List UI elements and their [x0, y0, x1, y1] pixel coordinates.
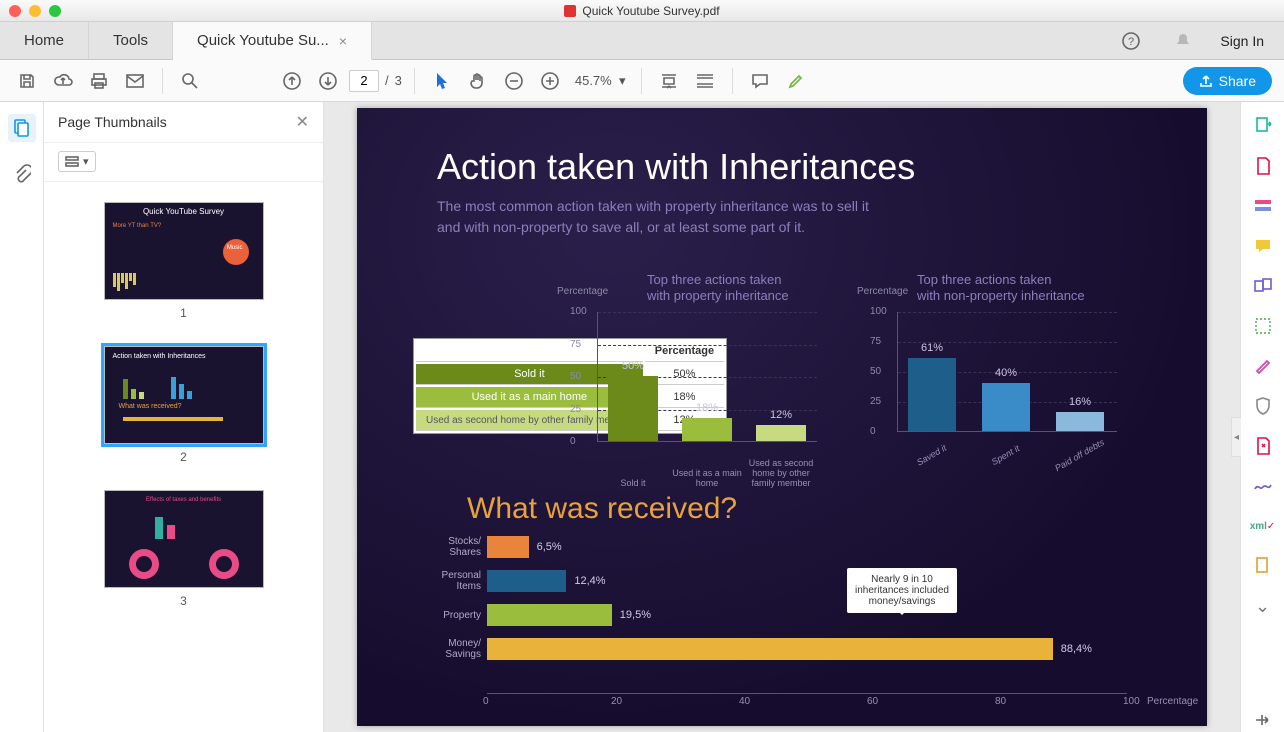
tab-document[interactable]: Quick Youtube Su... ×: [173, 22, 372, 60]
comment-icon[interactable]: [745, 66, 775, 96]
close-window-button[interactable]: [9, 5, 21, 17]
main-toolbar: / 3 45.7% ▾ Share: [0, 60, 1284, 102]
sign-in-link[interactable]: Sign In: [1220, 33, 1264, 49]
nonproperty-chart: Percentage Top three actions taken with …: [867, 300, 1117, 480]
thumbnail-page-2[interactable]: Action taken with Inheritances What was …: [104, 346, 264, 464]
zoom-level[interactable]: 45.7% ▾: [571, 73, 630, 89]
thumbnails-rail-icon[interactable]: [8, 114, 36, 142]
fill-sign-icon[interactable]: [1251, 474, 1275, 498]
fit-width-icon[interactable]: [654, 66, 684, 96]
pdf-viewer[interactable]: Action taken with Inheritances The most …: [324, 102, 1240, 732]
left-rail: [0, 102, 44, 732]
tab-home[interactable]: Home: [0, 22, 89, 59]
help-icon[interactable]: ?: [1116, 26, 1146, 56]
save-icon[interactable]: [12, 66, 42, 96]
zoom-out-icon[interactable]: [499, 66, 529, 96]
cloud-upload-icon[interactable]: [48, 66, 78, 96]
section2-heading: What was received?: [467, 492, 737, 526]
window-controls: [9, 5, 61, 17]
thumbnails-panel: Page Thumbnails ✕ ▾ Quick YouTube Survey…: [44, 102, 324, 732]
tab-tools[interactable]: Tools: [89, 22, 173, 59]
page-heading: Action taken with Inheritances: [437, 146, 915, 188]
property-chart: Percentage Top three actions taken with …: [567, 300, 817, 490]
pointer-tool-icon[interactable]: [427, 66, 457, 96]
edit-pdf-icon[interactable]: [1251, 194, 1275, 218]
next-page-icon[interactable]: [313, 66, 343, 96]
close-panel-icon[interactable]: ✕: [296, 112, 309, 132]
xml-icon[interactable]: xml✓: [1251, 514, 1275, 538]
highlight-icon[interactable]: [781, 66, 811, 96]
hand-tool-icon[interactable]: [463, 66, 493, 96]
minimize-window-button[interactable]: [29, 5, 41, 17]
window-title-text: Quick Youtube Survey.pdf: [582, 4, 719, 18]
page-subtitle: The most common action taken with proper…: [437, 196, 869, 238]
email-icon[interactable]: [120, 66, 150, 96]
export-pdf-icon[interactable]: [1251, 114, 1275, 138]
pdf-file-icon: [564, 5, 576, 17]
chart-callout: Nearly 9 in 10 inheritances included mon…: [847, 568, 957, 613]
page-total: 3: [395, 73, 402, 88]
pdf-page: Action taken with Inheritances The most …: [357, 108, 1207, 726]
page-number-input[interactable]: [349, 70, 379, 92]
prev-page-icon[interactable]: [277, 66, 307, 96]
redact-icon[interactable]: [1251, 354, 1275, 378]
print-icon[interactable]: [84, 66, 114, 96]
comment-tool-icon[interactable]: [1251, 234, 1275, 258]
svg-text:?: ?: [1128, 36, 1134, 48]
collapse-right-rail-icon[interactable]: ◂: [1231, 417, 1241, 457]
thumbnail-page-3[interactable]: Effects of taxes and benefits 3: [104, 490, 264, 608]
notifications-icon[interactable]: [1168, 26, 1198, 56]
thumbnail-options-icon[interactable]: ▾: [58, 151, 96, 172]
tab-strip: Home Tools Quick Youtube Su... × ? Sign …: [0, 22, 1284, 60]
close-tab-icon[interactable]: ×: [339, 33, 347, 49]
expand-rail-icon[interactable]: [1251, 708, 1275, 732]
combine-files-icon[interactable]: [1251, 274, 1275, 298]
attachments-rail-icon[interactable]: [8, 160, 36, 188]
chevron-down-icon[interactable]: ⌄: [1251, 594, 1275, 618]
fit-page-icon[interactable]: [690, 66, 720, 96]
maximize-window-button[interactable]: [49, 5, 61, 17]
more-tools-icon[interactable]: [1251, 554, 1275, 578]
create-pdf-icon[interactable]: [1251, 154, 1275, 178]
right-rail: ◂ xml✓ ⌄: [1240, 102, 1284, 732]
page-indicator: / 3: [349, 70, 402, 92]
window-title: Quick Youtube Survey.pdf: [564, 4, 719, 18]
zoom-in-icon[interactable]: [535, 66, 565, 96]
received-chart: Stocks/ Shares6,5%Personal Items12,4%Pro…: [437, 536, 1167, 716]
thumbnails-panel-title: Page Thumbnails: [58, 114, 167, 130]
share-button[interactable]: Share: [1183, 67, 1272, 95]
window-titlebar: Quick Youtube Survey.pdf: [0, 0, 1284, 22]
protect-icon[interactable]: [1251, 394, 1275, 418]
thumbnail-page-1[interactable]: Quick YouTube Survey More YT than TV? Mu…: [104, 202, 264, 320]
search-icon[interactable]: [175, 66, 205, 96]
compress-icon[interactable]: [1251, 434, 1275, 458]
organize-pages-icon[interactable]: [1251, 314, 1275, 338]
